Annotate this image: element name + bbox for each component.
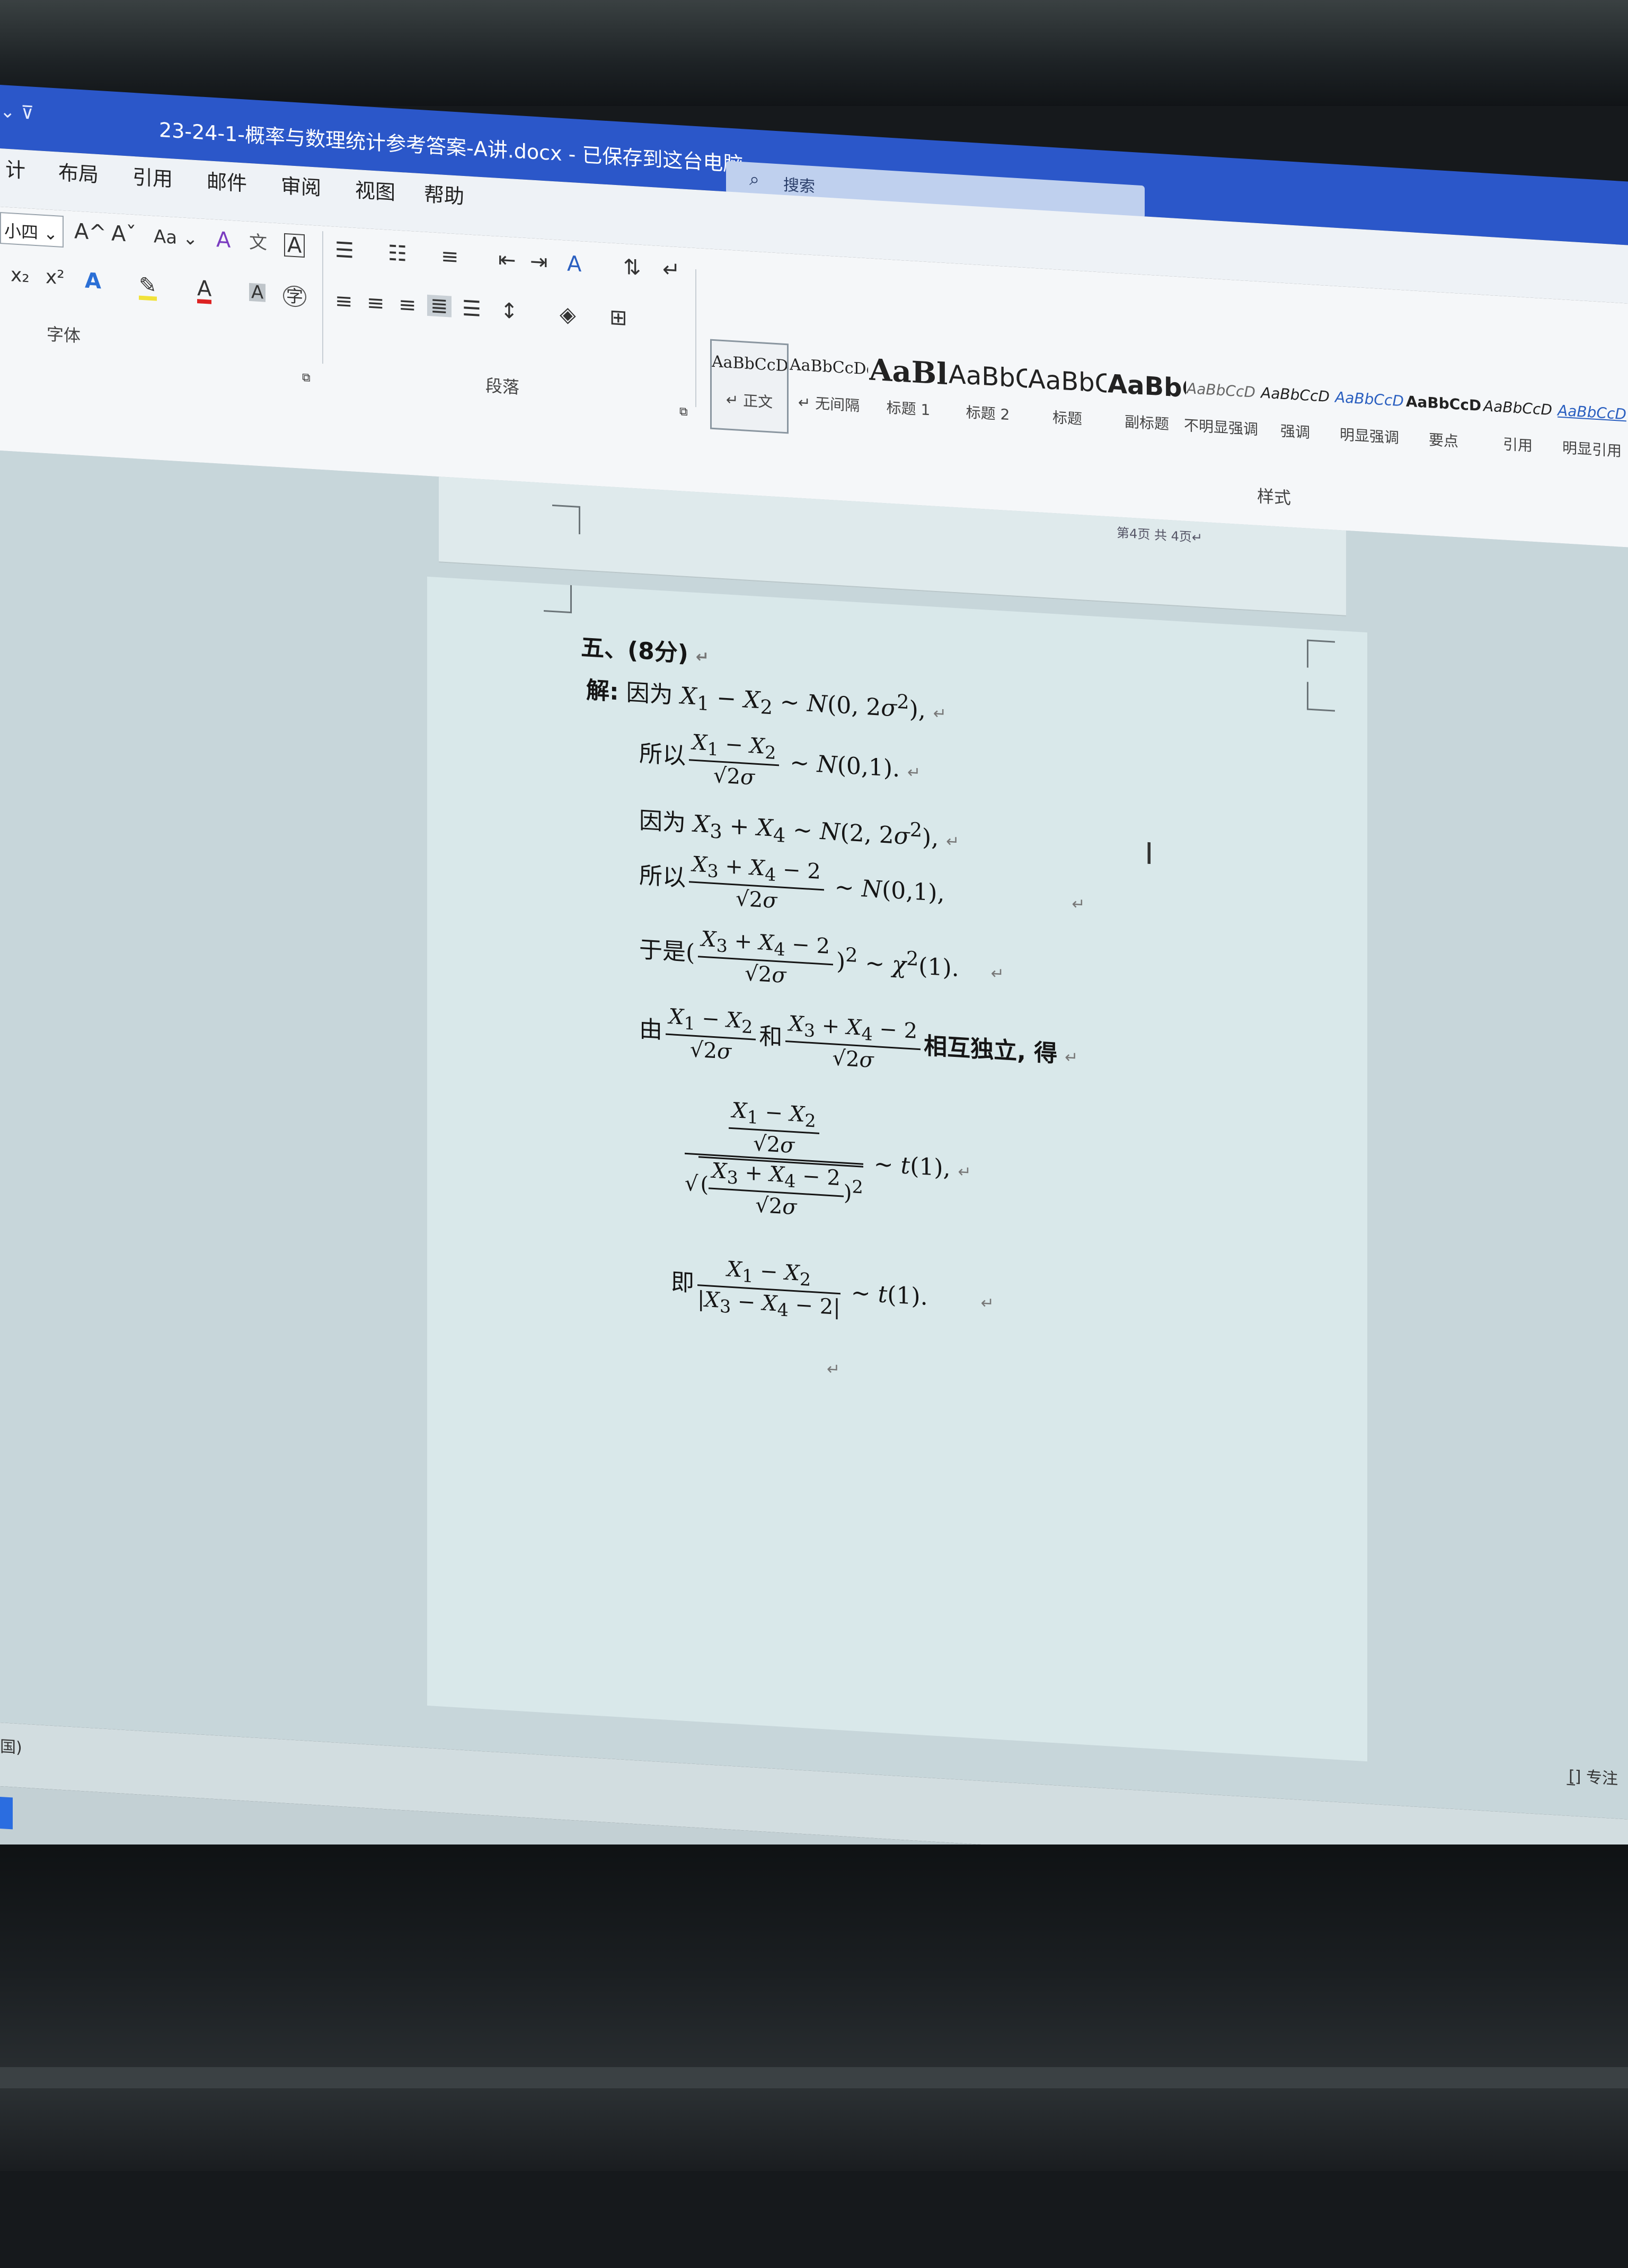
style-quote[interactable]: AaBbCcD 引用 — [1479, 385, 1557, 480]
clear-format-icon[interactable]: A — [216, 227, 231, 253]
style-intense-emphasis[interactable]: AaBbCcD 明显强调 — [1330, 376, 1409, 471]
tab-references[interactable]: 引用 — [127, 156, 178, 197]
character-shading-icon[interactable]: A — [249, 281, 266, 304]
tab-help[interactable]: 帮助 — [419, 173, 470, 214]
align-left-icon[interactable]: ≡ — [335, 289, 353, 314]
style-heading-2[interactable]: AaBbC 标题 2 — [949, 353, 1027, 448]
solution-line-7: X1 − X2 √2σ √(X3 + X4 − 2 √2σ)2 ~ t(1), ↵ — [682, 1095, 971, 1230]
status-language[interactable]: 国) — [0, 1733, 22, 1758]
font-color-icon[interactable]: A — [197, 276, 212, 304]
style-normal[interactable]: AaBbCcDd ↵ 正文 — [710, 339, 789, 434]
show-marks-icon[interactable]: ↵ — [662, 257, 680, 283]
distributed-icon[interactable]: ☰ — [462, 296, 481, 322]
justify-icon[interactable]: ≣ — [427, 293, 452, 319]
text-effect-icon[interactable]: A — [85, 269, 101, 294]
solution-line-1: 解: 因为 X1 − X2 ~ N(0, 2σ2), ↵ — [586, 676, 946, 724]
numbering-icon[interactable]: ☷ — [388, 241, 407, 266]
decrease-indent-icon[interactable]: ⇤ — [498, 248, 516, 273]
crop-mark — [544, 583, 572, 614]
crop-mark — [1307, 639, 1335, 669]
align-center-icon[interactable]: ≡ — [367, 290, 385, 316]
superscript-button[interactable]: x² — [46, 266, 65, 289]
change-case-button[interactable]: Aa ⌄ — [154, 226, 198, 250]
document-page[interactable]: 五、(8分) ↵ 解: 因为 X1 − X2 ~ N(0, 2σ2), ↵ 所以 X1… — [427, 576, 1367, 1762]
font-group-label: 字体 — [47, 324, 81, 347]
borders-icon[interactable]: ⊞ — [609, 305, 627, 330]
tab-view[interactable]: 视图 — [350, 169, 401, 210]
line-spacing-icon[interactable]: ↕ — [500, 298, 518, 324]
focus-mode-button[interactable]: [̲] 专注 — [1569, 1763, 1618, 1789]
multilevel-list-icon[interactable]: ≡ — [441, 244, 459, 269]
tab-mailings[interactable]: 邮件 — [201, 161, 252, 201]
shading-bucket-icon[interactable]: ◈ — [560, 302, 576, 328]
character-border-icon[interactable]: A — [284, 233, 305, 258]
search-placeholder: 搜索 — [783, 175, 815, 197]
highlight-icon[interactable]: ✎ — [139, 273, 157, 301]
quick-access-toolbar[interactable]: ⌄ ⊽ — [0, 101, 34, 124]
shrink-font-button[interactable]: Aˇ — [111, 221, 136, 247]
search-icon: ⌕ — [749, 169, 760, 191]
tab-layout[interactable]: 布局 — [53, 152, 104, 192]
bullets-icon[interactable]: ☰ — [335, 238, 354, 263]
sort-icon[interactable]: ⇅ — [623, 255, 641, 280]
style-subtitle[interactable]: AaBbC 副标题 — [1108, 363, 1186, 457]
style-no-spacing[interactable]: AaBbCcDd ↵ 无间隔 — [790, 344, 868, 439]
solution-line-8: 即 X1 − X2 |X3 − X4 − 2| ~ t(1). ↵ — [671, 1254, 994, 1332]
style-strong[interactable]: AaBbCcD 要点 — [1404, 380, 1483, 475]
paragraph-group-label: 段落 — [485, 375, 520, 398]
text-direction-icon[interactable]: A — [567, 252, 581, 277]
tab-design[interactable]: 计 — [0, 148, 31, 188]
monitor-bezel-bottom — [0, 1845, 1628, 2171]
solution-line-4: 所以 X3 + X4 − 2 √2σ ~ N(0,1), ↵ — [639, 852, 1085, 914]
crop-mark — [552, 504, 580, 535]
style-subtle-emphasis[interactable]: AaBbCcD 不明显强调 — [1182, 367, 1260, 462]
crop-mark — [1307, 682, 1335, 712]
group-separator — [695, 269, 696, 408]
phonetic-guide-icon[interactable]: 文 — [249, 232, 267, 254]
question-heading: 五、(8分) ↵ — [581, 634, 709, 668]
solution-line-5: 于是(X3 + X4 − 2 √2σ)2 ~ χ2(1). ↵ — [639, 926, 1004, 989]
subscript-button[interactable]: x₂ — [11, 264, 30, 287]
styles-gallery: AaBbCcDd ↵ 正文 AaBbCcDd ↵ 无间隔 AaBl 标题 1 A… — [705, 339, 1628, 489]
styles-group-label: 样式 — [1257, 486, 1291, 508]
style-emphasis[interactable]: AaBbCcD 强调 — [1256, 372, 1334, 466]
font-dialog-launcher-icon[interactable]: ⧉ — [302, 371, 311, 385]
grow-font-button[interactable]: A^ — [74, 219, 107, 245]
group-separator — [322, 231, 323, 364]
solution-line-6: 由 X1 − X2 √2σ 和 X3 + X4 − 2 √2σ 相互独立, 得 ↵ — [639, 1004, 1078, 1073]
solution-line-2: 所以 X1 − X2 √2σ ~ N(0,1). ↵ — [639, 730, 921, 790]
taskbar-app-icon[interactable] — [0, 1797, 13, 1830]
increase-indent-icon[interactable]: ⇥ — [530, 249, 548, 275]
empty-paragraph: ↵ — [827, 1360, 840, 1380]
enclose-character-icon[interactable]: 字 — [283, 285, 307, 308]
paragraph-dialog-launcher-icon[interactable]: ⧉ — [679, 405, 688, 419]
tab-review[interactable]: 审阅 — [276, 165, 326, 206]
style-title[interactable]: AaBbC 标题 — [1028, 358, 1107, 453]
desk-edge — [0, 2067, 1628, 2088]
mouse-ibeam-cursor: I — [1145, 836, 1154, 872]
style-intense-quote[interactable]: AaBbCcD 明显引用 — [1553, 389, 1628, 484]
font-size-select[interactable]: 小四 ⌄ — [0, 212, 64, 248]
align-right-icon[interactable]: ≡ — [399, 293, 417, 318]
document-area: 第4页 共 4页↵ 五、(8分) ↵ 解: 因为 X1 − X2 ~ N(0, 2… — [0, 451, 1628, 1820]
style-heading-1[interactable]: AaBl 标题 1 — [869, 348, 948, 443]
solution-line-3: 因为 X3 + X4 ~ N(2, 2σ2), ↵ — [639, 807, 960, 852]
